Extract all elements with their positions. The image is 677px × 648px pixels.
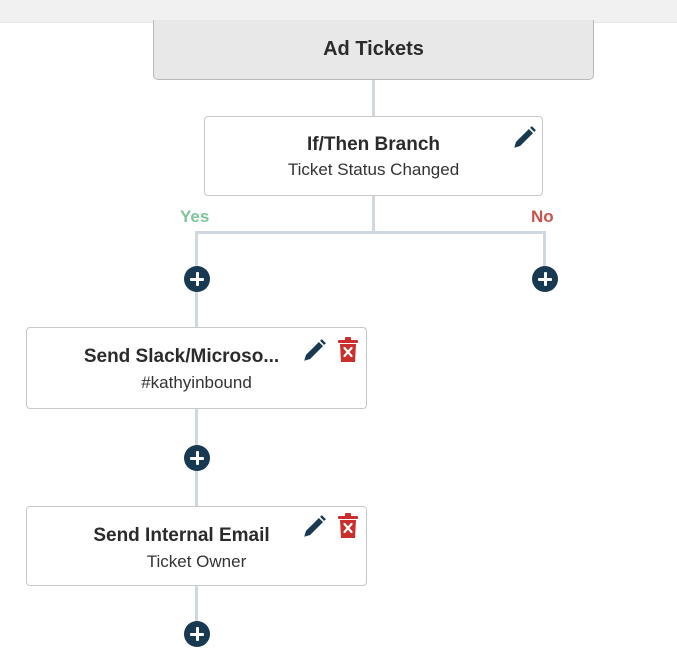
connector-action2-end — [195, 585, 198, 625]
no-label: No — [531, 207, 554, 226]
add-step-no-button[interactable] — [532, 266, 558, 292]
pencil-icon[interactable] — [301, 338, 327, 364]
pencil-icon[interactable] — [511, 125, 537, 151]
action-subtitle: #kathyinbound — [141, 373, 252, 392]
trash-icon[interactable] — [337, 513, 359, 539]
connector-no-down — [543, 231, 546, 269]
add-step-after-slack-button[interactable] — [184, 445, 210, 471]
connector-branch-down — [372, 196, 375, 234]
branch-subtitle: Ticket Status Changed — [287, 160, 460, 179]
trigger-title: Ad Tickets — [323, 38, 424, 60]
connector-branch-horizontal — [195, 231, 546, 234]
pencil-icon[interactable] — [301, 514, 327, 540]
branch-node[interactable]: If/Then Branch Ticket Status Changed — [204, 116, 543, 196]
action-node-email[interactable]: Send Internal Email Ticket Owner — [26, 506, 367, 586]
action-subtitle: Ticket Owner — [146, 552, 247, 571]
yes-label: Yes — [180, 207, 210, 226]
add-step-after-email-button[interactable] — [184, 621, 210, 647]
connector-trigger-branch — [372, 80, 375, 116]
trigger-node[interactable]: Ad Tickets — [153, 20, 594, 80]
action-node-slack[interactable]: Send Slack/Microso... #kathyinbound — [26, 327, 367, 409]
add-step-yes-button[interactable] — [184, 266, 210, 292]
branch-title: If/Then Branch — [306, 134, 440, 155]
trash-icon[interactable] — [337, 337, 359, 363]
